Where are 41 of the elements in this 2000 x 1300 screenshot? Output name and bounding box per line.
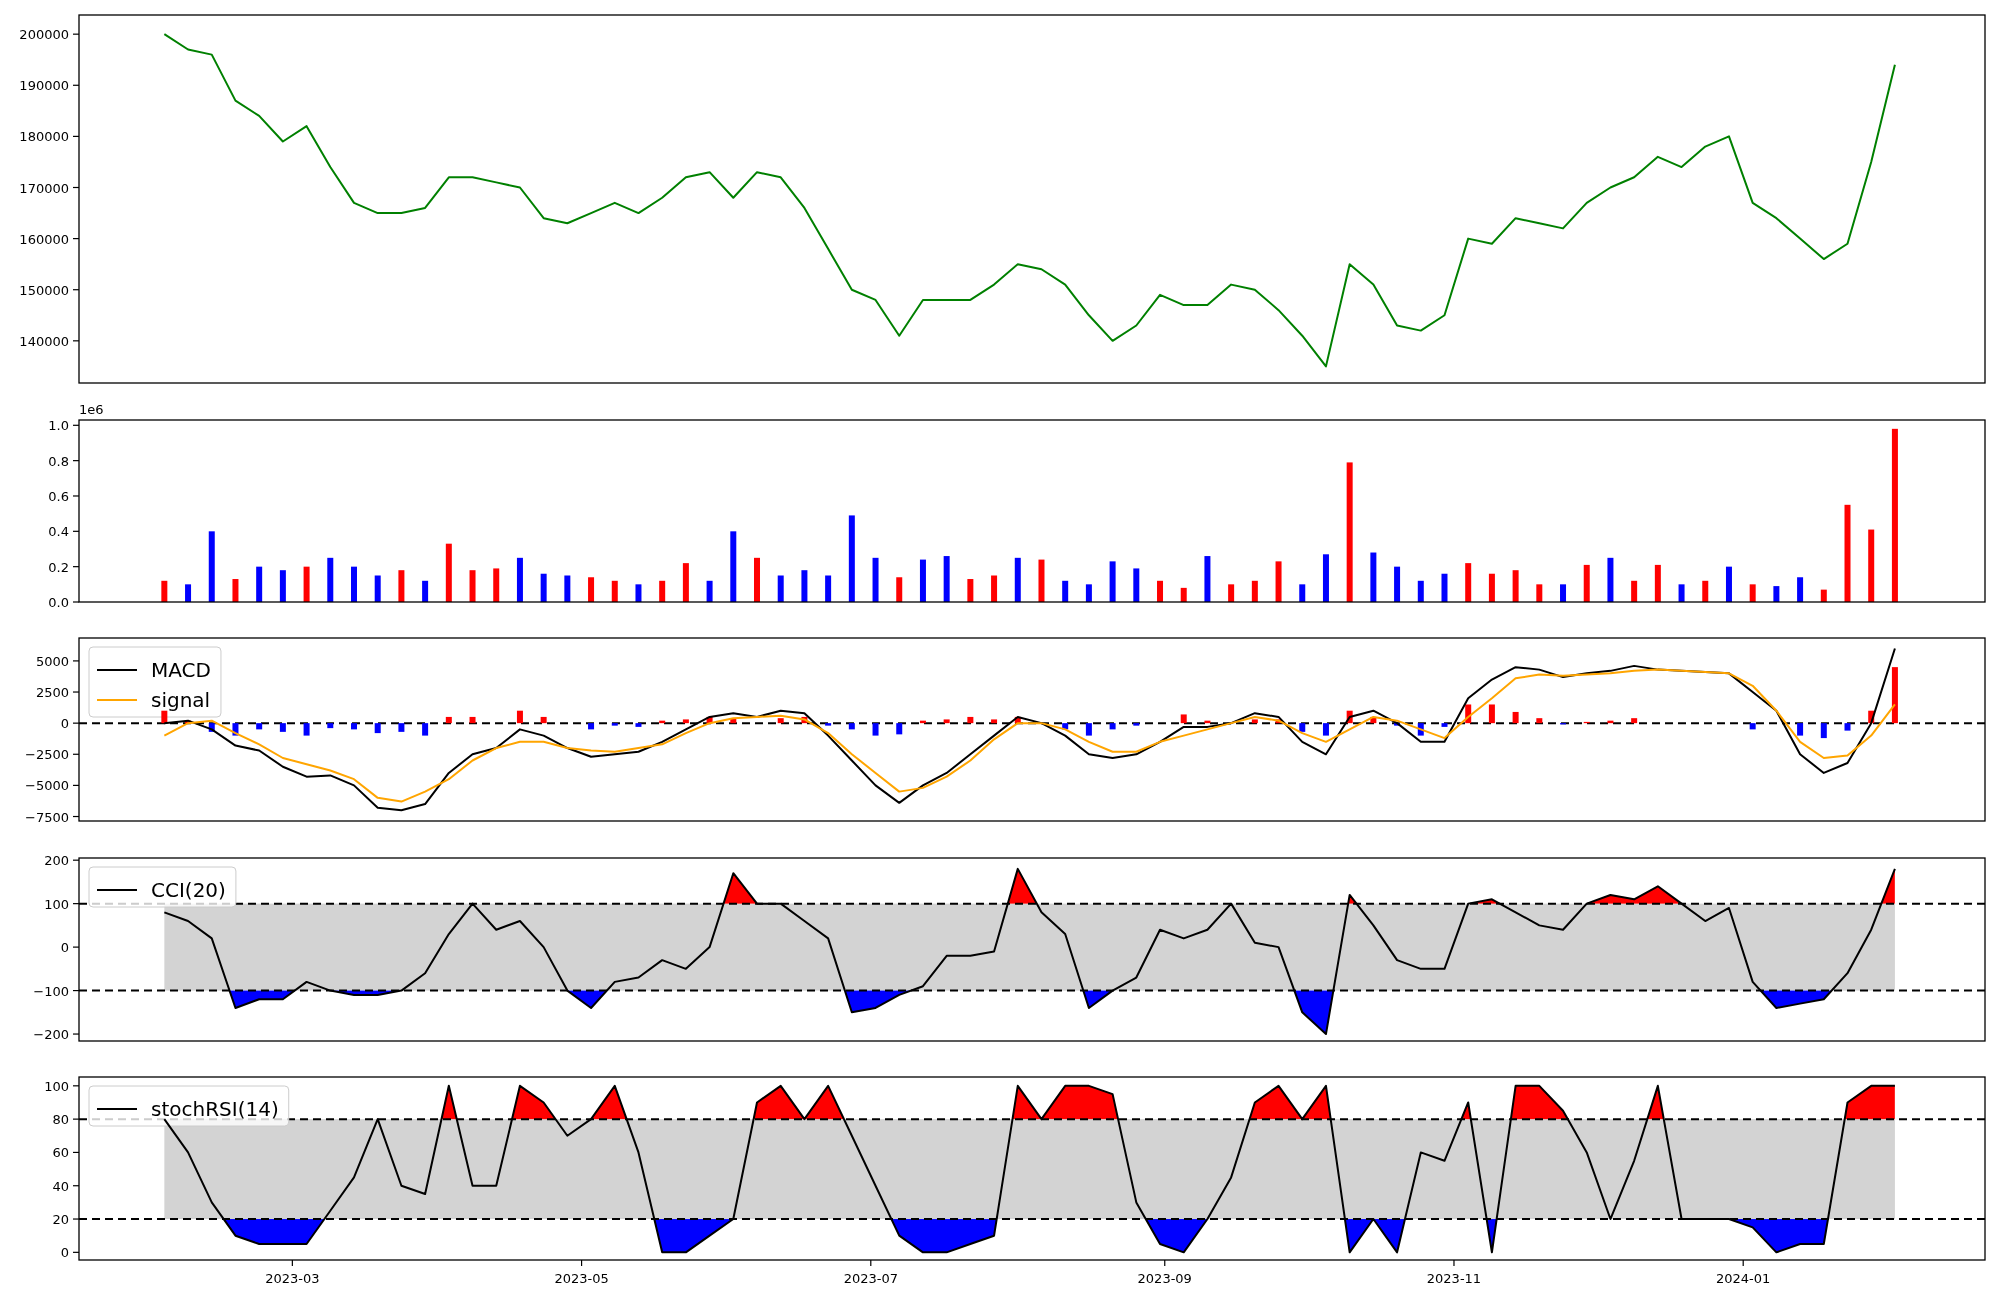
legend-label: MACD — [151, 658, 211, 682]
tick-label: 0.4 — [48, 524, 69, 540]
tick-label: 160000 — [19, 231, 69, 247]
tick-label: 200000 — [19, 27, 69, 43]
legend-label: stochRSI(14) — [151, 1097, 279, 1121]
legend-label: signal — [151, 688, 211, 712]
tick-label: 2500 — [35, 685, 69, 701]
tick-label: 0 — [60, 940, 69, 956]
tick-label: 2023-03 — [265, 1271, 320, 1286]
tick-label: 2024-01 — [1716, 1271, 1771, 1286]
tick-label: −5000 — [25, 778, 69, 794]
tick-label: 2023-07 — [843, 1271, 898, 1286]
tick-label: 1.0 — [48, 418, 69, 434]
tick-label: 2023-11 — [1426, 1271, 1482, 1286]
tick-label: 200 — [44, 853, 69, 869]
tick-label: 100 — [44, 1078, 69, 1094]
tick-label: −100 — [33, 983, 69, 999]
tick-label: −200 — [33, 1027, 69, 1043]
tick-label: 2023-09 — [1137, 1271, 1192, 1286]
tick-label: 180000 — [19, 129, 69, 145]
tick-label: 170000 — [19, 180, 69, 196]
tick-label: 140000 — [19, 333, 69, 349]
tick-label: 60 — [52, 1145, 69, 1161]
tick-label: 150000 — [19, 282, 69, 298]
axis-offset-label: 1e6 — [79, 402, 104, 417]
tick-label: 40 — [52, 1178, 69, 1194]
tick-label: −7500 — [25, 809, 69, 825]
tick-label: 20 — [52, 1212, 69, 1228]
tick-label: −2500 — [25, 747, 69, 763]
tick-label: 5000 — [35, 653, 69, 669]
tick-label: 100 — [44, 896, 69, 912]
tick-label: 0.6 — [48, 489, 69, 504]
tick-label: 0 — [60, 1245, 69, 1261]
tick-label: 2023-05 — [554, 1271, 609, 1286]
tick-label: 0.8 — [48, 453, 69, 469]
legend-label: CCI(20) — [151, 878, 226, 902]
tick-label: 0 — [60, 716, 69, 732]
tick-label: 0.0 — [48, 595, 69, 610]
tick-label: 0.2 — [48, 559, 69, 575]
tick-label: 80 — [52, 1112, 69, 1128]
tick-label: 190000 — [19, 78, 69, 94]
